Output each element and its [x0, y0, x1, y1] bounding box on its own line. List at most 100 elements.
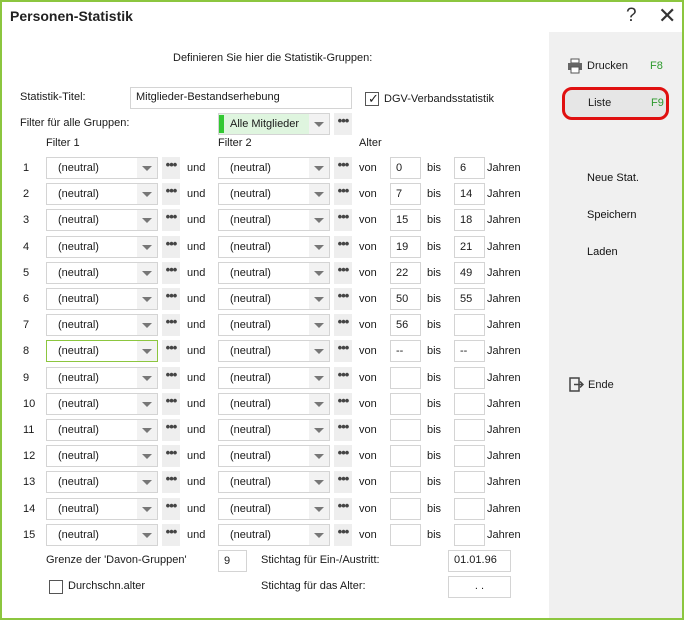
row-filter1-more-button[interactable]: ••• [162, 209, 180, 231]
row-filter2-select[interactable]: (neutral) [218, 262, 330, 284]
row-filter2-select[interactable]: (neutral) [218, 471, 330, 493]
row-filter1-more-button[interactable]: ••• [162, 314, 180, 336]
chevron-down-icon[interactable] [309, 289, 329, 309]
row-filter2-select[interactable]: (neutral) [218, 157, 330, 179]
row-bis-input[interactable] [454, 419, 485, 441]
help-icon[interactable]: ? [626, 5, 637, 27]
row-bis-input[interactable] [454, 471, 485, 493]
row-filter2-more-button[interactable]: ••• [334, 445, 352, 467]
chevron-down-icon[interactable] [137, 420, 157, 440]
chevron-down-icon[interactable] [309, 472, 329, 492]
row-filter2-more-button[interactable]: ••• [334, 498, 352, 520]
row-filter1-select[interactable]: (neutral) [46, 262, 158, 284]
row-filter1-select[interactable]: (neutral) [46, 524, 158, 546]
row-filter1-select[interactable]: (neutral) [46, 209, 158, 231]
row-von-input[interactable]: 7 [390, 183, 421, 205]
row-filter1-select[interactable]: (neutral) [46, 471, 158, 493]
chevron-down-icon[interactable] [309, 158, 329, 178]
chevron-down-icon[interactable] [309, 210, 329, 230]
row-filter1-more-button[interactable]: ••• [162, 471, 180, 493]
row-filter1-select[interactable]: (neutral) [46, 498, 158, 520]
chevron-down-icon[interactable] [309, 237, 329, 257]
row-von-input[interactable] [390, 393, 421, 415]
row-filter2-more-button[interactable]: ••• [334, 471, 352, 493]
ende-button[interactable]: Ende [569, 377, 649, 395]
davon-input[interactable]: 9 [218, 550, 247, 572]
row-filter2-select[interactable]: (neutral) [218, 524, 330, 546]
row-filter1-select[interactable]: (neutral) [46, 236, 158, 258]
row-von-input[interactable] [390, 367, 421, 389]
row-von-input[interactable]: 50 [390, 288, 421, 310]
chevron-down-icon[interactable] [137, 341, 157, 361]
row-bis-input[interactable]: 55 [454, 288, 485, 310]
chevron-down-icon[interactable] [137, 446, 157, 466]
row-filter1-select[interactable]: (neutral) [46, 393, 158, 415]
chevron-down-icon[interactable] [137, 263, 157, 283]
row-bis-input[interactable] [454, 524, 485, 546]
chevron-down-icon[interactable] [137, 368, 157, 388]
stichtag-alter-input[interactable]: . . [448, 576, 511, 598]
row-filter2-select[interactable]: (neutral) [218, 183, 330, 205]
row-filter1-more-button[interactable]: ••• [162, 445, 180, 467]
row-filter1-more-button[interactable]: ••• [162, 524, 180, 546]
durchschn-checkbox[interactable] [49, 580, 63, 594]
row-bis-input[interactable]: 14 [454, 183, 485, 205]
row-filter1-more-button[interactable]: ••• [162, 367, 180, 389]
row-filter1-select[interactable]: (neutral) [46, 445, 158, 467]
chevron-down-icon[interactable] [137, 210, 157, 230]
row-bis-input[interactable] [454, 314, 485, 336]
row-filter2-more-button[interactable]: ••• [334, 262, 352, 284]
row-filter2-select[interactable]: (neutral) [218, 498, 330, 520]
row-filter1-more-button[interactable]: ••• [162, 157, 180, 179]
row-filter2-select[interactable]: (neutral) [218, 419, 330, 441]
chevron-down-icon[interactable] [309, 420, 329, 440]
row-von-input[interactable]: 0 [390, 157, 421, 179]
row-filter1-more-button[interactable]: ••• [162, 393, 180, 415]
chevron-down-icon[interactable] [137, 237, 157, 257]
chevron-down-icon[interactable] [137, 499, 157, 519]
row-filter1-more-button[interactable]: ••• [162, 340, 180, 362]
row-filter1-more-button[interactable]: ••• [162, 236, 180, 258]
chevron-down-icon[interactable] [309, 341, 329, 361]
close-icon[interactable]: ✕ [658, 3, 676, 29]
row-von-input[interactable]: 15 [390, 209, 421, 231]
row-filter2-select[interactable]: (neutral) [218, 236, 330, 258]
row-filter2-more-button[interactable]: ••• [334, 340, 352, 362]
row-bis-input[interactable] [454, 445, 485, 467]
row-filter2-more-button[interactable]: ••• [334, 419, 352, 441]
row-von-input[interactable] [390, 524, 421, 546]
row-filter2-more-button[interactable]: ••• [334, 367, 352, 389]
drucken-button[interactable]: Drucken F8 [567, 58, 667, 76]
row-filter1-select[interactable]: (neutral) [46, 367, 158, 389]
row-von-input[interactable] [390, 445, 421, 467]
row-filter1-more-button[interactable]: ••• [162, 183, 180, 205]
row-bis-input[interactable]: 18 [454, 209, 485, 231]
row-von-input[interactable]: -- [390, 340, 421, 362]
row-filter2-more-button[interactable]: ••• [334, 393, 352, 415]
row-filter1-more-button[interactable]: ••• [162, 288, 180, 310]
chevron-down-icon[interactable] [137, 184, 157, 204]
neue-stat-button[interactable]: Neue Stat. [587, 172, 639, 184]
chevron-down-icon[interactable] [309, 315, 329, 335]
row-bis-input[interactable] [454, 393, 485, 415]
chevron-down-icon[interactable] [309, 263, 329, 283]
row-filter2-select[interactable]: (neutral) [218, 288, 330, 310]
row-filter1-select[interactable]: (neutral) [46, 419, 158, 441]
row-filter2-more-button[interactable]: ••• [334, 236, 352, 258]
row-filter2-select[interactable]: (neutral) [218, 340, 330, 362]
row-bis-input[interactable]: 21 [454, 236, 485, 258]
row-filter1-select[interactable]: (neutral) [46, 288, 158, 310]
row-filter1-select[interactable]: (neutral) [46, 314, 158, 336]
row-von-input[interactable] [390, 419, 421, 441]
row-von-input[interactable]: 19 [390, 236, 421, 258]
laden-button[interactable]: Laden [587, 246, 618, 258]
row-filter1-more-button[interactable]: ••• [162, 262, 180, 284]
chevron-down-icon[interactable] [309, 499, 329, 519]
chevron-down-icon[interactable] [137, 525, 157, 545]
row-bis-input[interactable] [454, 498, 485, 520]
row-filter2-more-button[interactable]: ••• [334, 157, 352, 179]
row-von-input[interactable]: 56 [390, 314, 421, 336]
chevron-down-icon[interactable] [309, 446, 329, 466]
row-filter2-more-button[interactable]: ••• [334, 183, 352, 205]
chevron-down-icon[interactable] [309, 368, 329, 388]
